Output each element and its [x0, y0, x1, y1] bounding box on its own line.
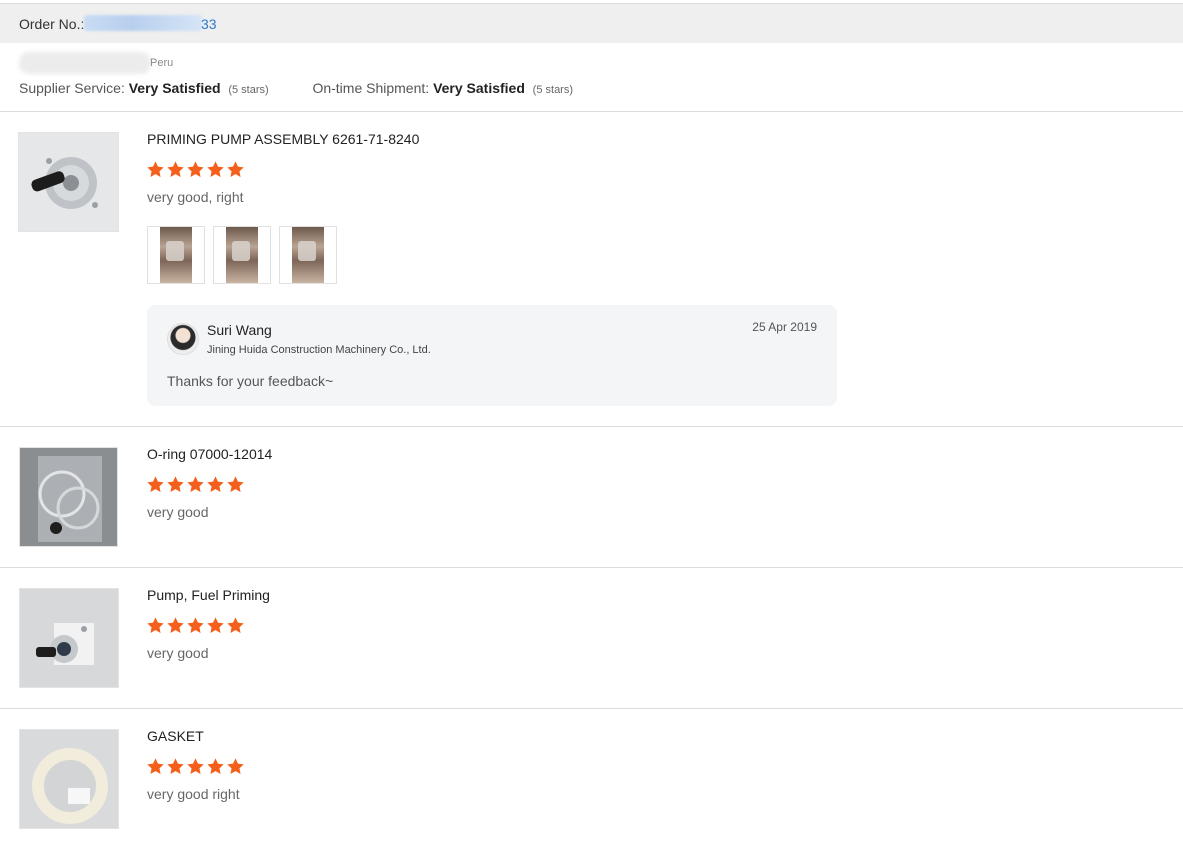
- star-icon: [167, 476, 184, 492]
- star-icon: [207, 617, 224, 633]
- reply-author-name: Suri Wang: [207, 322, 272, 338]
- review-stars: [146, 160, 245, 180]
- buyer-country: Peru: [150, 57, 174, 69]
- product-title[interactable]: GASKET: [147, 728, 204, 744]
- review-text: very good right: [147, 786, 240, 802]
- divider: [0, 708, 1183, 709]
- star-icon: [227, 161, 244, 177]
- product-image[interactable]: [18, 132, 119, 232]
- review-stars: [146, 616, 245, 636]
- product-image[interactable]: [19, 447, 118, 547]
- star-icon: [187, 161, 204, 177]
- review-text: very good, right: [147, 189, 244, 205]
- supplier-service-stars: (5 stars): [228, 84, 269, 96]
- redacted-buyer-name: [19, 52, 151, 74]
- review-stars: [146, 475, 245, 495]
- product-image[interactable]: [19, 588, 119, 688]
- reply-text: Thanks for your feedback~: [167, 373, 334, 389]
- shipment-value: Very Satisfied: [433, 80, 525, 96]
- reply-date: 25 Apr 2019: [752, 320, 817, 334]
- shipment-stars: (5 stars): [532, 84, 574, 96]
- review-photo[interactable]: [147, 226, 205, 284]
- review-text: very good: [147, 645, 209, 661]
- star-icon: [207, 758, 224, 774]
- star-icon: [227, 758, 244, 774]
- shipment-label: On-time Shipment:: [312, 80, 430, 96]
- star-icon: [227, 617, 244, 633]
- redacted-order-number: [84, 15, 202, 31]
- star-icon: [147, 617, 164, 633]
- star-icon: [167, 617, 184, 633]
- star-icon: [167, 161, 184, 177]
- star-icon: [147, 161, 164, 177]
- product-title[interactable]: PRIMING PUMP ASSEMBLY 6261-71-8240: [147, 131, 419, 147]
- review-photo[interactable]: [279, 226, 337, 284]
- supplier-service-value: Very Satisfied: [128, 80, 221, 96]
- review-photos: [147, 226, 337, 284]
- star-icon: [187, 617, 204, 633]
- order-number-tail: 33: [201, 16, 217, 32]
- review-text: very good: [147, 504, 209, 520]
- reply-company: Jining Huida Construction Machinery Co.,…: [207, 344, 431, 356]
- order-label: Order No.:: [19, 16, 85, 32]
- review-stars: [146, 757, 245, 777]
- star-icon: [187, 476, 204, 492]
- review-photo[interactable]: [213, 226, 271, 284]
- star-icon: [207, 161, 224, 177]
- divider: [0, 567, 1183, 568]
- avatar: [167, 323, 199, 355]
- order-bar: Order No.: 33: [0, 3, 1183, 43]
- order-number-link[interactable]: 33: [84, 14, 217, 34]
- star-icon: [227, 476, 244, 492]
- divider: [0, 111, 1183, 112]
- product-title[interactable]: Pump, Fuel Priming: [147, 587, 270, 603]
- star-icon: [147, 758, 164, 774]
- product-title[interactable]: O-ring 07000-12014: [147, 446, 272, 462]
- supplier-reply: Suri Wang Jining Huida Construction Mach…: [147, 305, 837, 406]
- product-image[interactable]: [19, 729, 119, 829]
- supplier-service-label: Supplier Service:: [19, 80, 125, 96]
- divider: [0, 426, 1183, 427]
- star-icon: [207, 476, 224, 492]
- overall-ratings: Supplier Service: Very Satisfied (5 star…: [19, 80, 573, 96]
- star-icon: [147, 476, 164, 492]
- star-icon: [167, 758, 184, 774]
- star-icon: [187, 758, 204, 774]
